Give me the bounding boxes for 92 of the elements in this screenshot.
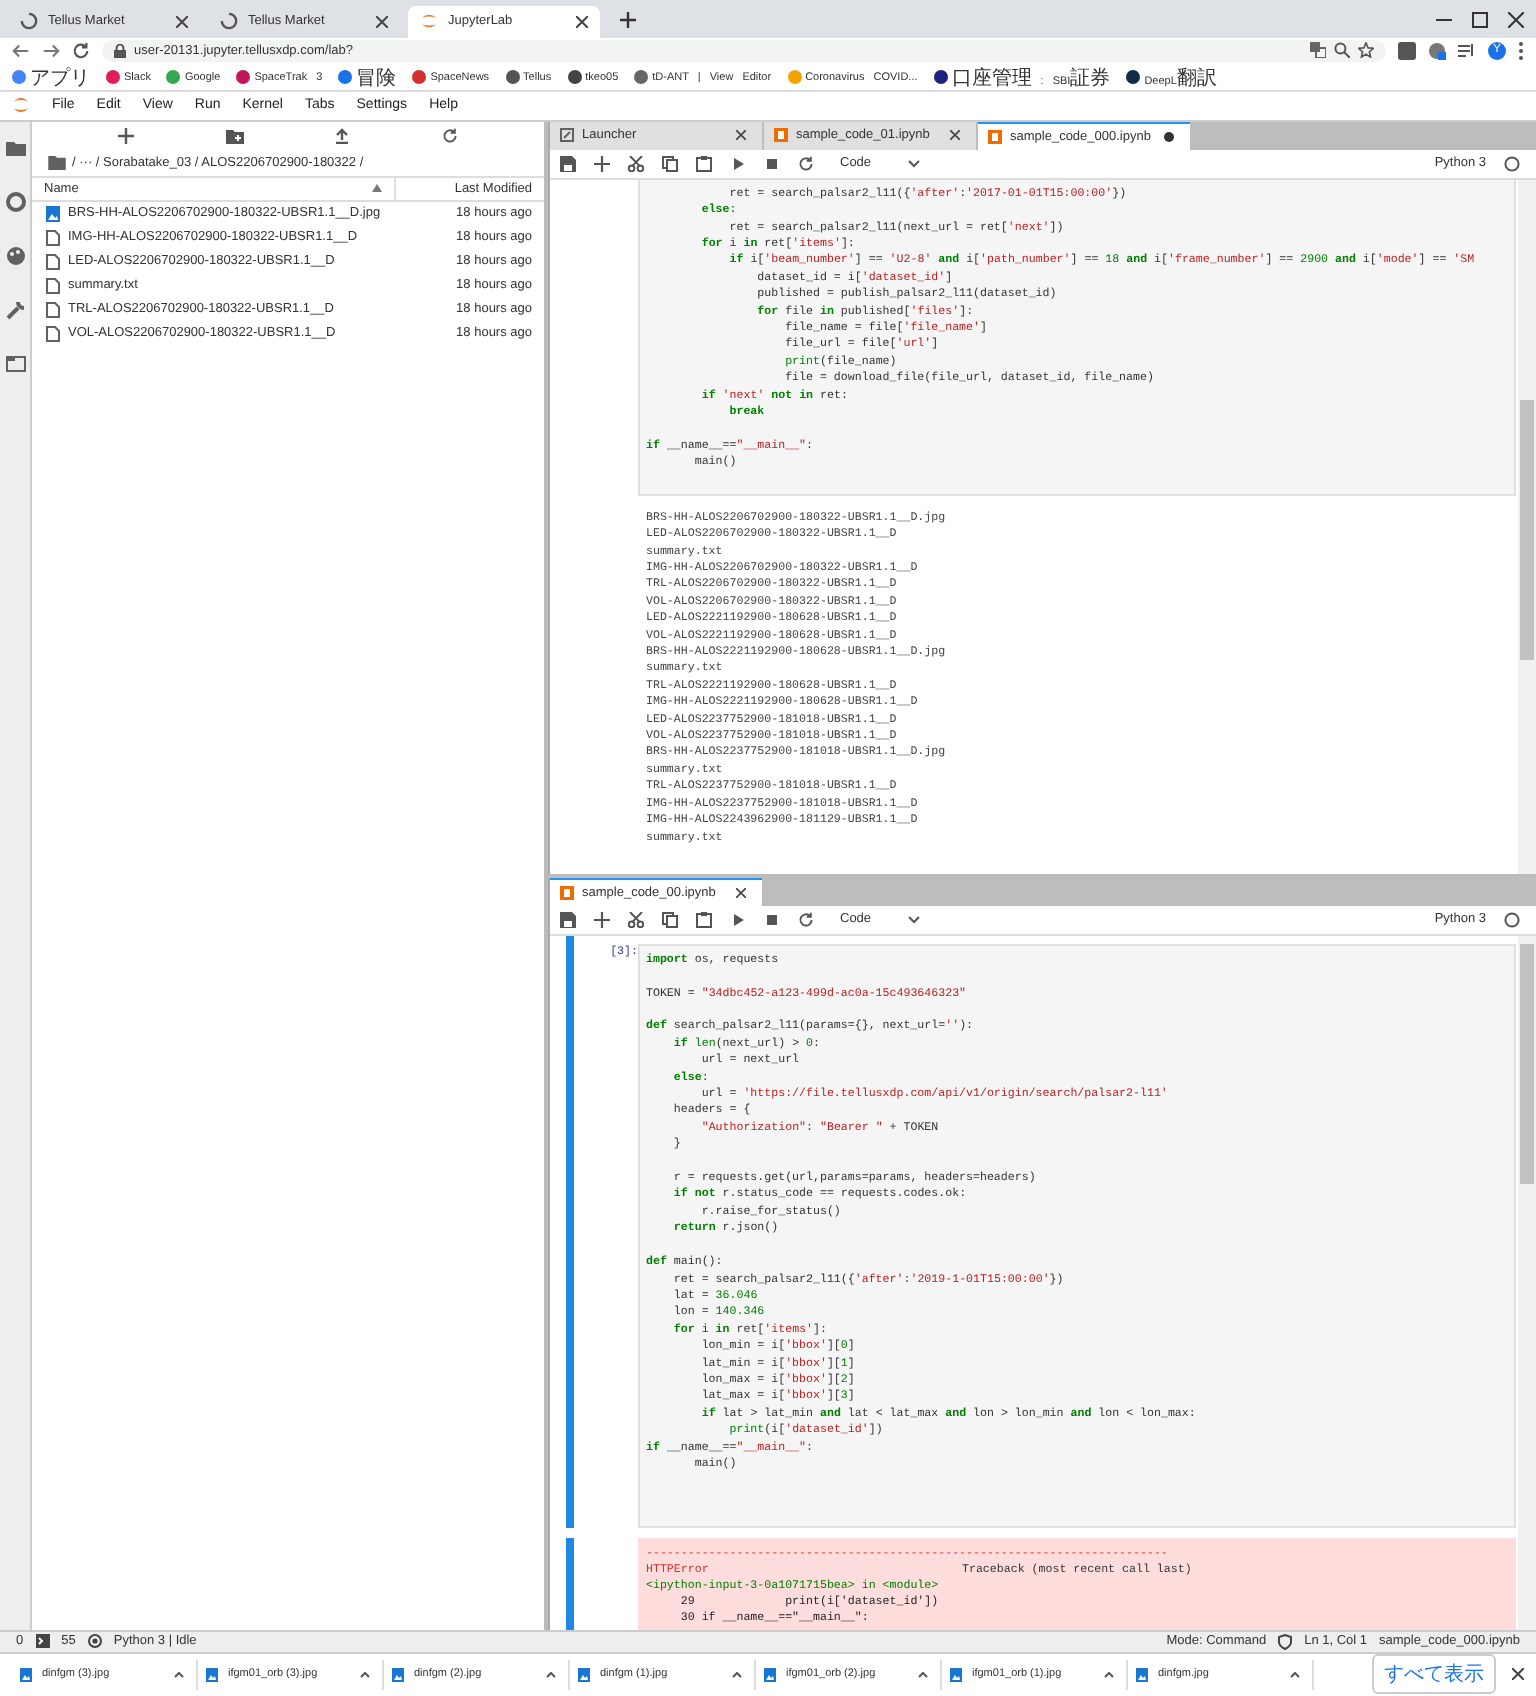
favicon-icon bbox=[338, 70, 353, 85]
caret-icon[interactable] bbox=[546, 1671, 556, 1678]
star-icon[interactable] bbox=[1358, 42, 1374, 59]
favicon-icon bbox=[166, 70, 181, 85]
paste-icon[interactable] bbox=[696, 911, 712, 928]
lock-icon bbox=[114, 43, 126, 58]
stop-icon[interactable] bbox=[764, 155, 780, 172]
close-icon[interactable] bbox=[736, 130, 746, 141]
close-icon[interactable] bbox=[176, 15, 188, 28]
close-icon[interactable] bbox=[736, 887, 746, 898]
forward-icon[interactable] bbox=[42, 41, 60, 60]
caret-icon[interactable] bbox=[360, 1671, 370, 1678]
refresh-icon[interactable] bbox=[442, 127, 459, 144]
more-icon[interactable] bbox=[1518, 41, 1524, 60]
run-icon[interactable] bbox=[730, 155, 746, 172]
favicon-icon bbox=[412, 70, 427, 85]
media-icon[interactable] bbox=[1458, 41, 1476, 60]
wrench-icon[interactable] bbox=[5, 299, 25, 320]
image-file-icon bbox=[392, 1667, 404, 1682]
running-icon[interactable] bbox=[5, 191, 25, 212]
unsaved-dot-icon[interactable] bbox=[1164, 131, 1174, 142]
jupyter-logo-icon bbox=[12, 94, 30, 117]
new-folder-icon[interactable] bbox=[225, 127, 244, 144]
cut-icon[interactable] bbox=[628, 155, 644, 172]
image-file-icon bbox=[46, 205, 60, 222]
scrollbar[interactable] bbox=[1518, 179, 1536, 874]
close-icon[interactable] bbox=[376, 15, 388, 28]
translate-icon[interactable] bbox=[1310, 42, 1326, 59]
reload-icon[interactable] bbox=[72, 41, 90, 60]
caret-icon[interactable] bbox=[918, 1671, 928, 1678]
sort-caret-icon bbox=[372, 184, 382, 193]
image-file-icon bbox=[764, 1667, 776, 1682]
save-icon[interactable] bbox=[560, 911, 576, 928]
image-file-icon bbox=[578, 1667, 590, 1682]
caret-icon[interactable] bbox=[732, 1671, 742, 1678]
favicon-icon bbox=[787, 70, 802, 85]
favicon-icon bbox=[505, 70, 520, 85]
upload-icon[interactable] bbox=[334, 127, 351, 144]
bookmark[interactable]: アプリ bbox=[12, 63, 90, 92]
shield-icon bbox=[1278, 1633, 1293, 1650]
new-launcher-icon[interactable] bbox=[117, 127, 134, 144]
cut-icon[interactable] bbox=[628, 911, 644, 928]
close-icon[interactable] bbox=[950, 130, 960, 141]
maximize-icon[interactable] bbox=[1472, 11, 1488, 28]
palette-icon[interactable] bbox=[5, 245, 25, 266]
image-file-icon bbox=[1136, 1667, 1148, 1682]
notebook-icon bbox=[988, 129, 1002, 144]
terminal-icon bbox=[35, 1634, 50, 1649]
kernel-icon bbox=[87, 1634, 102, 1649]
caret-icon bbox=[907, 159, 920, 168]
copy-icon[interactable] bbox=[662, 155, 678, 172]
loading-icon bbox=[20, 12, 38, 31]
restart-icon[interactable] bbox=[798, 911, 814, 928]
caret-icon[interactable] bbox=[1104, 1671, 1114, 1678]
caret-icon[interactable] bbox=[1290, 1671, 1300, 1678]
image-file-icon bbox=[950, 1667, 962, 1682]
favicon-icon bbox=[236, 70, 251, 85]
notebook-icon bbox=[774, 128, 788, 143]
new-tab-icon[interactable] bbox=[620, 11, 636, 28]
favicon-icon bbox=[106, 70, 120, 85]
folder-icon[interactable] bbox=[48, 155, 66, 170]
close-icon[interactable] bbox=[576, 15, 588, 28]
caret-icon bbox=[907, 915, 920, 924]
launcher-icon bbox=[560, 128, 574, 143]
run-icon[interactable] bbox=[730, 911, 746, 928]
zoom-icon[interactable] bbox=[1334, 42, 1350, 59]
save-icon[interactable] bbox=[560, 155, 576, 172]
show-all-button[interactable]: すべて表示 bbox=[1372, 1654, 1496, 1695]
notebook-icon bbox=[560, 885, 574, 900]
favicon-icon bbox=[1126, 70, 1141, 85]
copy-icon[interactable] bbox=[662, 911, 678, 928]
folder-icon[interactable] bbox=[5, 137, 25, 158]
image-file-icon bbox=[206, 1667, 218, 1682]
scrollbar[interactable] bbox=[1518, 935, 1536, 1630]
tabs-icon[interactable] bbox=[5, 353, 25, 374]
close-icon[interactable] bbox=[1508, 11, 1524, 28]
restart-icon[interactable] bbox=[798, 155, 814, 172]
favicon-icon bbox=[567, 70, 582, 85]
paste-icon[interactable] bbox=[696, 155, 712, 172]
back-icon[interactable] bbox=[12, 41, 30, 60]
favicon-icon bbox=[933, 70, 948, 85]
add-cell-icon[interactable] bbox=[594, 155, 610, 172]
loading-icon bbox=[220, 12, 238, 31]
close-icon[interactable] bbox=[1512, 1668, 1524, 1681]
image-file-icon bbox=[20, 1667, 32, 1682]
bookmark[interactable]: 冒険 bbox=[338, 63, 397, 92]
caret-icon[interactable] bbox=[174, 1671, 184, 1678]
stop-icon[interactable] bbox=[764, 911, 780, 928]
favicon-icon bbox=[634, 70, 649, 85]
favicon-icon bbox=[12, 70, 26, 85]
jupyter-icon bbox=[420, 12, 438, 31]
add-cell-icon[interactable] bbox=[594, 911, 610, 928]
